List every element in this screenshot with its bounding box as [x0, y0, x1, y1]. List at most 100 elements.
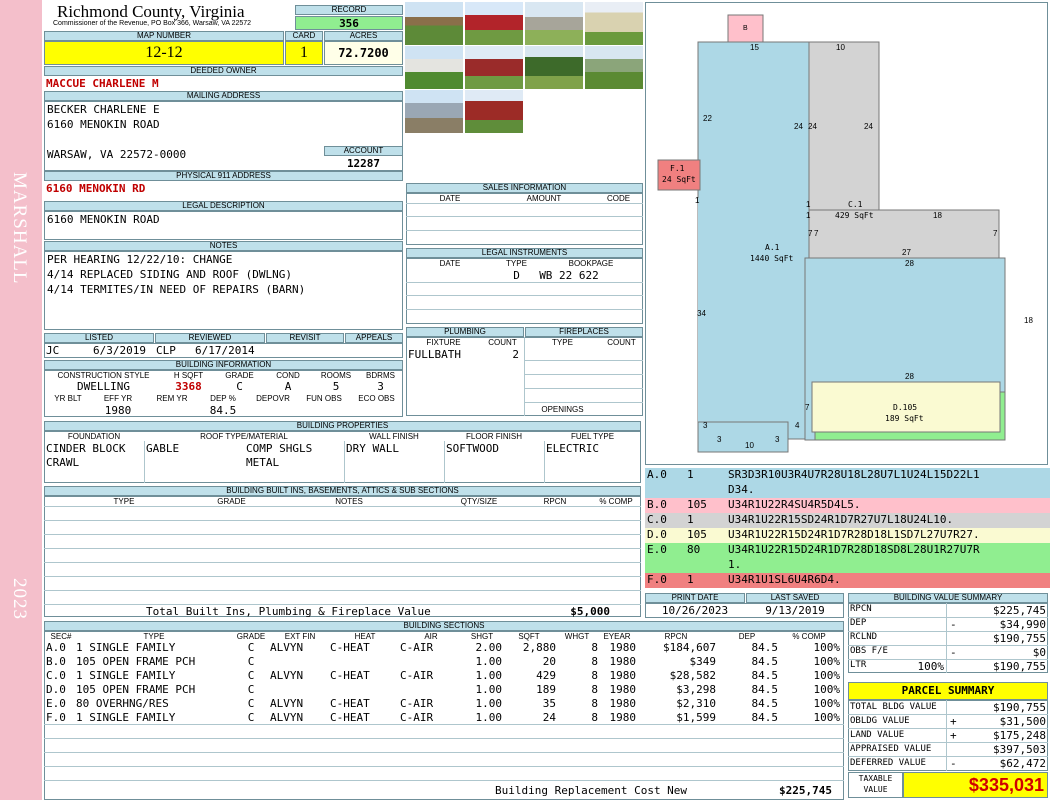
segment-count: 1 [687, 573, 694, 586]
tax-year: 2023 [9, 578, 30, 620]
property-photo-4[interactable] [585, 2, 643, 45]
sections-cell: 8 [591, 655, 598, 668]
sections-cell: 1.00 [475, 683, 503, 696]
sections-cell: C-AIR [400, 697, 434, 710]
vs-rcnld: $190,755 [993, 632, 1046, 645]
ps-land: $175,248 [993, 729, 1046, 742]
sections-cell: D.0 [46, 683, 66, 696]
sections-cell: 105 OPEN FRAME PCH [76, 683, 196, 696]
dim-3b: 3 [717, 435, 722, 444]
card-label: CARD [285, 31, 323, 41]
bi-col-qty: QTY/SIZE [460, 497, 498, 506]
dim-18b: 18 [1024, 316, 1033, 325]
deeded-owner: MACCUE CHARLENE M [46, 77, 159, 90]
sections-cell: C [247, 669, 255, 682]
col-funobs: FUN OBS [306, 394, 342, 403]
roof-material-2: METAL [246, 456, 280, 469]
ps-appr: $397,503 [993, 743, 1046, 756]
property-photo-10[interactable] [465, 90, 523, 133]
property-photo-7[interactable] [525, 46, 583, 89]
segment-path: U34R1U22R15D24R1D7R28D18SD8L28U1R27U7R [728, 543, 980, 556]
sections-col-header: SEC# [50, 632, 72, 641]
property-photo-5[interactable] [405, 46, 463, 89]
property-photo-6[interactable] [465, 46, 523, 89]
plumbing-label: PLUMBING [406, 327, 524, 337]
ps-obldg: $31,500 [999, 715, 1046, 728]
property-photo-3[interactable] [525, 2, 583, 45]
building-properties-label: BUILDING PROPERTIES [44, 421, 641, 431]
col-rooms: ROOMS [320, 371, 352, 380]
taxable-label-1: TAXABLE [858, 774, 893, 783]
building-grade: C [236, 380, 243, 393]
taxable-label-2: VALUE [863, 785, 888, 794]
map-number: 12-12 [44, 41, 284, 65]
physical-address-label: PHYSICAL 911 ADDRESS [44, 171, 403, 181]
segment-path: U34R1U22R15D24R1D7R28D18L1SD7L27U7R27. [728, 528, 980, 541]
sales-col-code: CODE [606, 194, 631, 203]
sections-cell: 84.5 [751, 641, 779, 654]
legal-instruments-label: LEGAL INSTRUMENTS [406, 248, 643, 258]
sections-cell: 1.00 [475, 669, 503, 682]
vs-rpcn: $225,745 [993, 604, 1046, 617]
sections-cell: 1980 [609, 697, 637, 710]
segment-count: 1 [687, 513, 694, 526]
sections-cell: 8 [591, 641, 598, 654]
dim-24b: 24 [808, 122, 817, 131]
sections-col-header: HEAT [354, 632, 376, 641]
col-depovr: DEPOVR [256, 394, 290, 403]
segment-row-f: F.0 1 U34R1U1SL6U4R6D4. [645, 573, 1050, 588]
dim-7b: 7 [814, 229, 819, 238]
vs-dep-label: DEP [850, 618, 867, 628]
fuel-type: ELECTRIC [546, 442, 599, 455]
property-photo-1[interactable] [405, 2, 463, 45]
floor-finish: SOFTWOOD [446, 442, 499, 455]
sections-col-header: WHGT [564, 632, 590, 641]
prop-col-wall: WALL FINISH [369, 432, 419, 441]
sections-cell: C [247, 683, 255, 696]
sections-cell: 1 SINGLE FAMILY [76, 641, 176, 654]
roof-type: GABLE [146, 442, 180, 455]
map-number-label: MAP NUMBER [44, 31, 284, 41]
sections-cell: 1980 [609, 641, 637, 654]
li-col-book: BOOKPAGE [568, 259, 614, 268]
li-col-type: TYPE [506, 259, 527, 268]
property-photo-9[interactable] [405, 90, 463, 133]
plumbing-count: 2 [512, 348, 519, 361]
dim-1c: 1 [806, 211, 811, 220]
heated-sqft: 3368 [175, 380, 202, 393]
segment-count: 80 [687, 543, 701, 556]
segment-path: U34R1U22R4SU4R5D4L5. [728, 498, 861, 511]
dim-7c: 7 [993, 229, 998, 238]
sections-cell: 1980 [609, 711, 637, 724]
dim-24c: 24 [864, 122, 873, 131]
sections-cell: 1980 [609, 655, 637, 668]
vs-ltr-pct: 100% [917, 660, 945, 673]
instrument-bookpage: WB 22 622 [539, 269, 599, 282]
last-saved-label: LAST SAVED [746, 593, 844, 603]
dim-7a: 7 [808, 229, 813, 238]
sketch-label-b: B [743, 25, 748, 32]
notes-line-2: 4/14 REPLACED SIDING AND ROOF (DWLNG) [47, 268, 293, 281]
sections-cell: C [247, 711, 255, 724]
property-photo-8[interactable] [585, 46, 643, 89]
segment-path: U34R1U1SL6U4R6D4. [728, 573, 841, 586]
sections-cell: 8 [591, 669, 598, 682]
sections-cell: 1 SINGLE FAMILY [76, 669, 176, 682]
reviewed-by: CLP [156, 344, 176, 357]
plumbing-fixture: FULLBATH [408, 348, 461, 361]
ps-def: $62,472 [999, 757, 1046, 770]
building-sketch [657, 14, 1006, 453]
builtins-total: $5,000 [570, 605, 610, 618]
property-photo-2[interactable] [465, 2, 523, 45]
prop-col-roof: ROOF TYPE/MATERIAL [200, 432, 288, 441]
sections-cell: 8 [591, 683, 598, 696]
sections-cell: $1,599 [676, 711, 716, 724]
segment-row-a: A.0 1 SR3D3R10U3R4U7R28U18L28U7L1U24L15D… [645, 468, 1050, 498]
district-name: MARSHALL [9, 172, 30, 285]
segment-count: 1 [687, 468, 694, 481]
sales-col-date: DATE [439, 194, 461, 203]
vs-ltr-label: LTR [850, 660, 867, 670]
bi-col-rpcn: RPCN [543, 497, 567, 506]
value-summary-label: BUILDING VALUE SUMMARY [848, 593, 1048, 603]
sections-cell: 84.5 [751, 711, 779, 724]
